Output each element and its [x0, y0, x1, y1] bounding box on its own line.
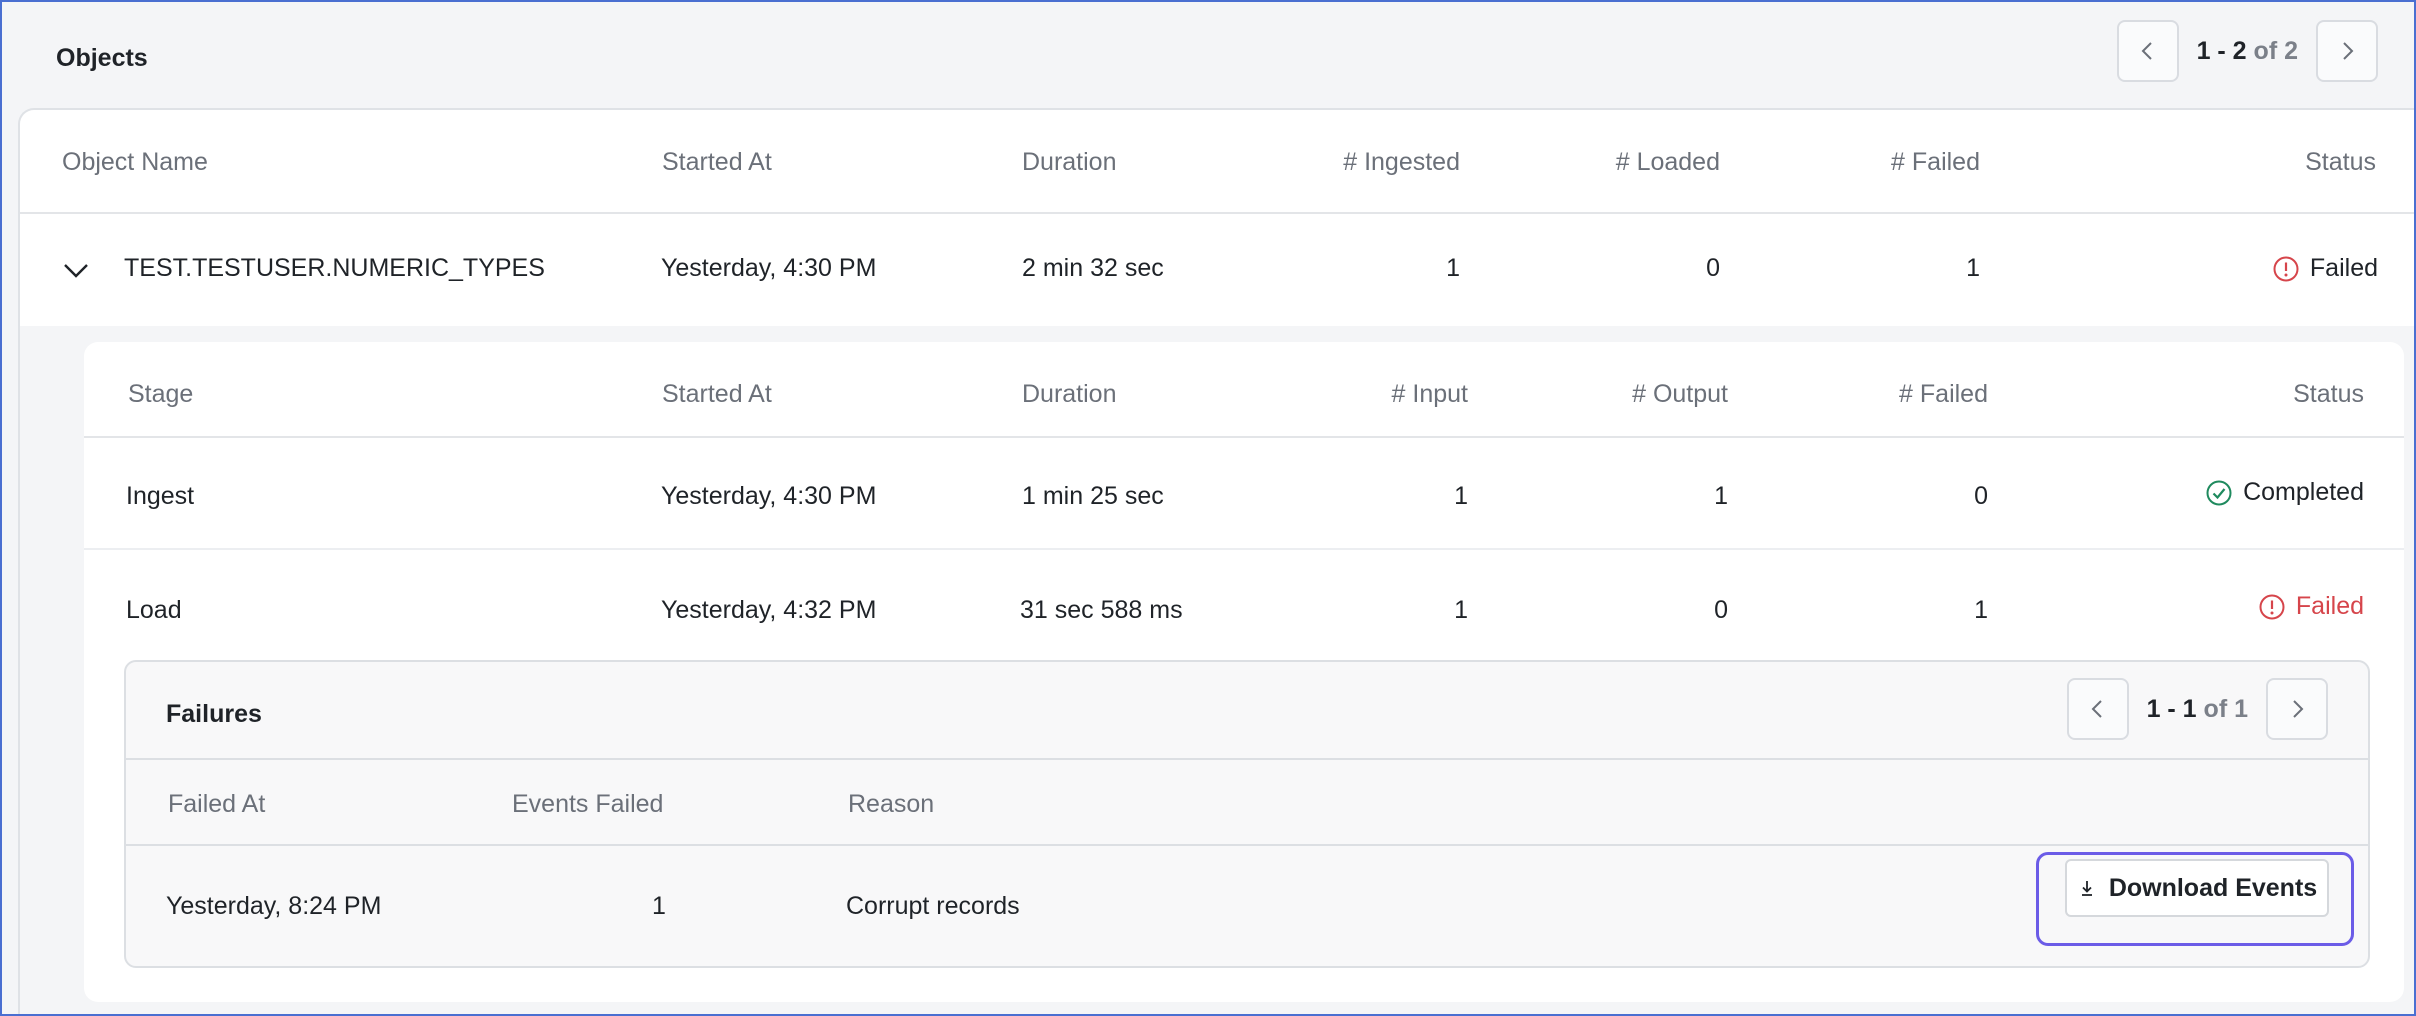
pagination-range: 1 - 2	[2196, 36, 2247, 65]
object-duration: 2 min 32 sec	[1022, 254, 1164, 282]
failures-table-header: Failed At Events Failed Reason	[126, 758, 2368, 846]
failures-pagination-label: 1 - 1 of 1	[2147, 695, 2248, 724]
object-row-summary[interactable]: TEST.TESTUSER.NUMERIC_TYPES Yesterday, 4…	[20, 214, 2414, 324]
alert-circle-icon	[2259, 594, 2285, 619]
stage-output: 0	[1714, 596, 1728, 624]
status-text: Failed	[2309, 254, 2378, 282]
alert-circle-icon	[2273, 256, 2299, 281]
col-input: # Input	[1391, 380, 1468, 408]
download-events-label: Download Events	[2108, 873, 2318, 902]
objects-table-header: Object Name Started At Duration # Ingest…	[20, 110, 2414, 214]
object-failed: 1	[1966, 254, 1980, 282]
chevron-down-icon[interactable]	[62, 258, 90, 282]
chevron-right-icon	[2343, 42, 2354, 60]
object-started-at: Yesterday, 4:30 PM	[661, 254, 877, 282]
chevron-right-icon	[2293, 700, 2304, 718]
col-failed-at: Failed At	[168, 790, 266, 818]
failures-prev-page-button[interactable]	[2066, 678, 2129, 740]
col-stage-duration: Duration	[1022, 380, 1117, 408]
col-stage-started-at: Started At	[662, 380, 772, 408]
status-badge: Failed	[2258, 592, 2364, 621]
failure-failed-at: Yesterday, 8:24 PM	[166, 892, 382, 920]
table-row[interactable]: Load Yesterday, 4:32 PM 31 sec 588 ms 1 …	[84, 552, 2404, 1002]
col-stage-failed: # Failed	[1899, 380, 1988, 408]
download-events-button[interactable]: Download Events	[2065, 859, 2329, 917]
failures-pagination: 1 - 1 of 1	[2066, 678, 2328, 740]
object-name: TEST.TESTUSER.NUMERIC_TYPES	[124, 254, 545, 282]
table-row[interactable]: Ingest Yesterday, 4:30 PM 1 min 25 sec 1…	[84, 438, 2404, 550]
stage-input: 1	[1454, 596, 1468, 624]
object-ingested: 1	[1446, 254, 1460, 282]
status-text: Completed	[2243, 478, 2364, 506]
objects-table: Object Name Started At Duration # Ingest…	[18, 108, 2414, 1014]
object-loaded: 0	[1706, 254, 1720, 282]
objects-header: Objects 1 - 2 of 2	[2, 2, 2414, 110]
stage-started-at: Yesterday, 4:30 PM	[661, 482, 877, 510]
failure-reason: Corrupt records	[846, 892, 1020, 920]
failures-panel: Failures 1 - 1 of 1 Failed At Events Fai…	[124, 660, 2370, 968]
col-stage: Stage	[128, 380, 194, 408]
download-icon	[2081, 881, 2092, 896]
col-duration: Duration	[1022, 148, 1117, 176]
pagination-total: of 2	[2253, 36, 2298, 65]
stage-started-at: Yesterday, 4:32 PM	[661, 596, 877, 624]
failures-title: Failures	[166, 700, 262, 728]
col-status: Status	[2305, 148, 2376, 176]
col-failed: # Failed	[1891, 148, 1980, 176]
stage-input: 1	[1454, 482, 1468, 510]
stage-duration: 31 sec 588 ms	[1020, 596, 1183, 624]
stages-table-header: Stage Started At Duration # Input # Outp…	[84, 342, 2404, 438]
col-started-at: Started At	[662, 148, 772, 176]
col-ingested: # Ingested	[1343, 148, 1460, 176]
stage-name: Load	[126, 596, 182, 624]
failures-pagination-range: 1 - 1	[2146, 694, 2197, 723]
col-output: # Output	[1632, 380, 1728, 408]
stages-table: Stage Started At Duration # Input # Outp…	[84, 342, 2404, 1002]
col-events-failed: Events Failed	[512, 790, 664, 818]
failures-pagination-total: of 1	[2203, 694, 2248, 723]
col-loaded: # Loaded	[1615, 148, 1720, 176]
col-stage-status: Status	[2293, 380, 2364, 408]
page-title: Objects	[56, 44, 148, 72]
failures-next-page-button[interactable]	[2266, 678, 2328, 740]
status-badge: Failed	[2272, 254, 2378, 283]
stage-output: 1	[1714, 482, 1728, 510]
failure-events-failed: 1	[652, 892, 666, 920]
stage-failed: 0	[1974, 482, 1988, 510]
stage-name: Ingest	[126, 482, 195, 510]
next-page-button[interactable]	[2316, 20, 2378, 82]
stage-duration: 1 min 25 sec	[1022, 482, 1164, 510]
pagination-label: 1 - 2 of 2	[2197, 37, 2298, 66]
status-text: Failed	[2295, 592, 2364, 620]
status-badge: Completed	[2205, 478, 2364, 507]
download-focus-ring: Download Events	[2036, 852, 2354, 946]
chevron-left-icon	[2091, 700, 2102, 718]
col-reason: Reason	[848, 790, 935, 818]
stage-failed: 1	[1974, 596, 1988, 624]
objects-pagination: 1 - 2 of 2	[2116, 20, 2378, 82]
table-row: Yesterday, 8:24 PM 1 Corrupt records Dow…	[126, 846, 2368, 966]
prev-page-button[interactable]	[2116, 20, 2179, 82]
check-circle-icon	[2206, 480, 2232, 505]
app-frame: Objects 1 - 2 of 2 Object Name Started A…	[0, 0, 2416, 1016]
chevron-left-icon	[2141, 42, 2152, 60]
col-object-name: Object Name	[62, 148, 208, 176]
